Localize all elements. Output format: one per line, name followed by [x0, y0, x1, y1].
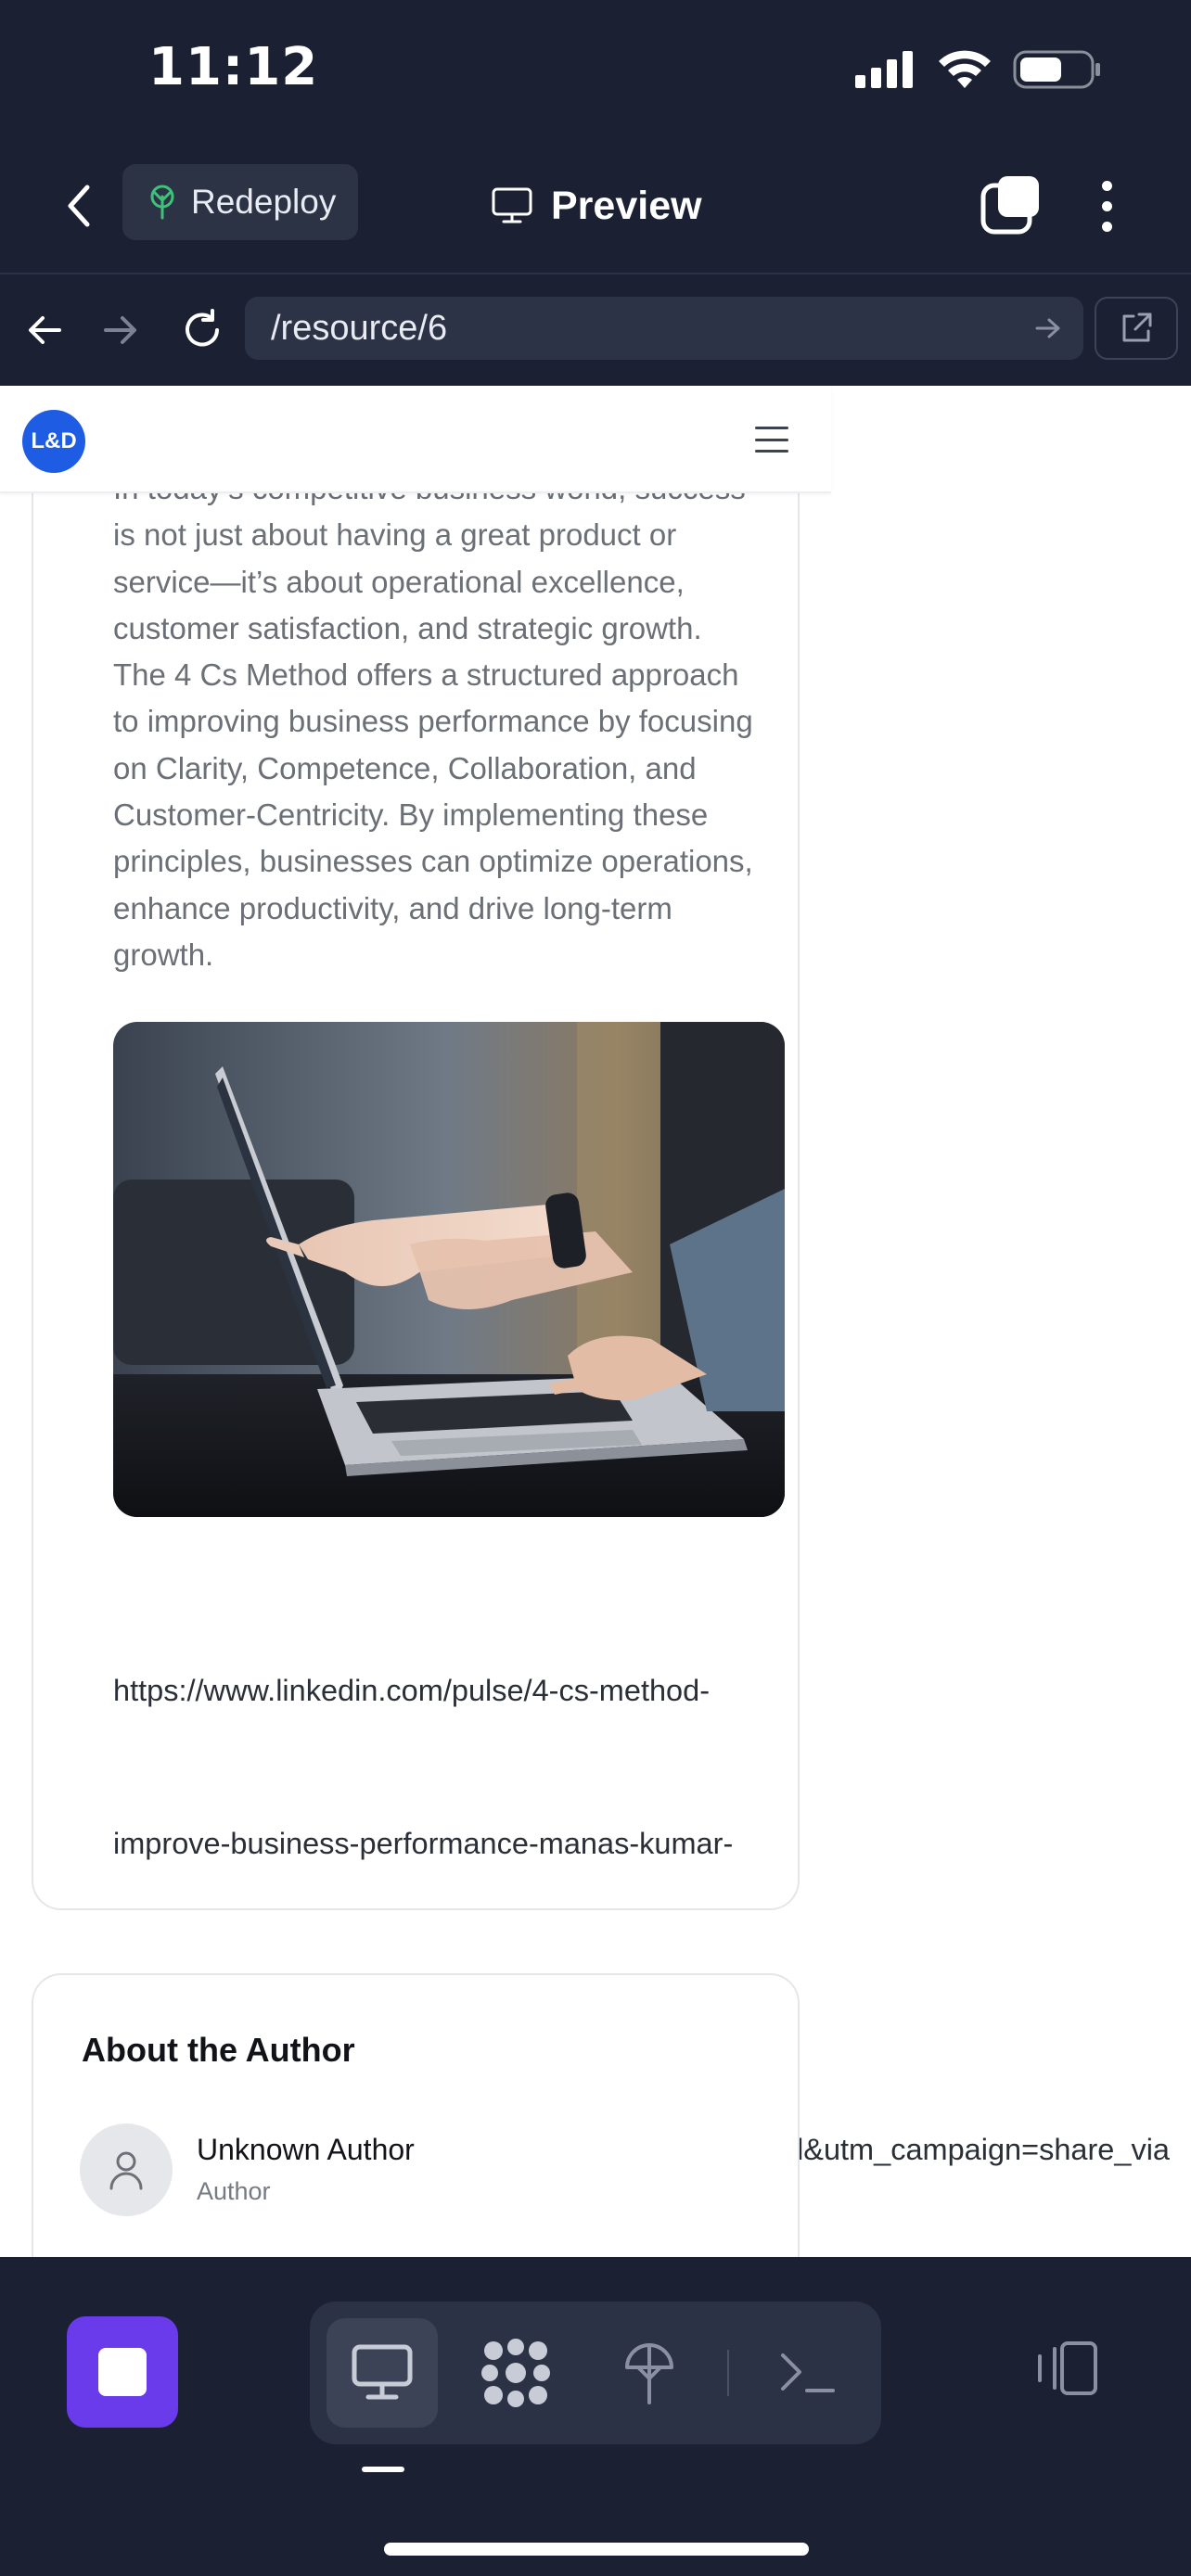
author-name: Unknown Author	[197, 2133, 415, 2166]
article-line: principles, businesses can optimize oper…	[113, 844, 753, 879]
laptop-photo	[113, 1022, 785, 1517]
monitor-icon	[492, 187, 532, 223]
hamburger-menu-icon[interactable]	[751, 423, 792, 456]
author-heading: About the Author	[82, 2031, 355, 2069]
more-dot	[1101, 200, 1112, 211]
wifi-icon	[939, 50, 991, 88]
link-line[interactable]: improve-business-performance-manas-kumar…	[113, 1818, 1191, 1869]
chevron-left-icon	[68, 185, 90, 227]
site-header: L&D	[0, 386, 831, 493]
menu-line	[755, 450, 788, 453]
more-dot	[1101, 221, 1112, 232]
stop-icon	[98, 2348, 147, 2396]
open-external-icon	[1122, 312, 1152, 342]
split-layout-icon	[1038, 2341, 1097, 2395]
active-tool-indicator	[362, 2467, 404, 2472]
browser-back-button[interactable]	[15, 300, 74, 360]
url-go-button[interactable]	[1026, 306, 1070, 351]
tabs-icon	[980, 176, 1039, 235]
article-image	[113, 1022, 785, 1517]
site-logo[interactable]: L&D	[22, 410, 85, 473]
status-bar: 11:12	[0, 0, 1191, 139]
user-icon	[109, 2151, 143, 2190]
home-indicator	[384, 2543, 809, 2556]
deploy-icon	[625, 2343, 673, 2404]
preview-title: Preview	[492, 174, 702, 237]
page-title: Preview	[551, 183, 702, 228]
stop-button[interactable]	[67, 2316, 178, 2428]
open-external-button[interactable]	[1095, 297, 1178, 360]
article-line: is not just about having a great product…	[113, 517, 677, 553]
tool-group	[310, 2302, 881, 2444]
modules-tool-button[interactable]	[460, 2318, 571, 2428]
reload-icon	[186, 309, 219, 347]
arrow-right-icon	[104, 316, 136, 344]
status-time: 11:12	[148, 37, 319, 97]
redeploy-button[interactable]: Redeploy	[122, 164, 358, 240]
url-input[interactable]: /resource/6	[245, 297, 1083, 360]
author-role: Author	[197, 2177, 271, 2205]
browser-bar: /resource/6	[0, 274, 1191, 386]
article-line: The 4 Cs Method offers a structured appr…	[113, 657, 739, 693]
more-options-button[interactable]	[1082, 172, 1132, 239]
menu-line	[755, 427, 788, 429]
article-card: In today’s competitive business world, s…	[32, 386, 1170, 2166]
reload-button[interactable]	[173, 300, 232, 360]
article-line: to improving business performance by foc…	[113, 704, 753, 739]
modules-icon	[481, 2339, 550, 2407]
arrow-right-icon	[1035, 318, 1060, 338]
terminal-icon	[781, 2353, 835, 2392]
more-vertical-icon	[1101, 180, 1112, 191]
article-line: on Clarity, Competence, Collaboration, a…	[113, 750, 697, 785]
author-card: About the Author Unknown Author Author	[32, 1973, 800, 2257]
back-button[interactable]	[48, 174, 111, 237]
battery-icon	[1013, 50, 1100, 89]
desktop-icon	[352, 2344, 413, 2400]
deploy-tree-icon	[150, 185, 174, 220]
status-icons	[855, 48, 1102, 91]
menu-line	[755, 438, 788, 441]
url-text: /resource/6	[271, 308, 448, 348]
cellular-signal-icon	[855, 51, 913, 88]
bottom-toolbar	[0, 2257, 1191, 2576]
article-line: enhance productivity, and drive long-ter…	[113, 890, 672, 925]
link-line[interactable]: https://www.linkedin.com/pulse/4-cs-meth…	[113, 1665, 1191, 1716]
article-line: Customer-Centricity. By implementing the…	[113, 797, 709, 833]
terminal-tool-button[interactable]	[751, 2318, 863, 2428]
desktop-tool-button[interactable]	[327, 2318, 438, 2428]
tool-separator	[727, 2350, 729, 2396]
article-line: growth.	[113, 937, 214, 972]
layout-toggle-button[interactable]	[1031, 2333, 1102, 2404]
article-line: customer satisfaction, and strategic gro…	[113, 610, 702, 645]
redeploy-label: Redeploy	[191, 183, 337, 221]
avatar	[80, 2123, 173, 2216]
arrow-left-icon	[29, 316, 61, 344]
app-bar: Redeploy Preview	[0, 139, 1191, 274]
tabs-button[interactable]	[978, 172, 1044, 239]
article-body: In today’s competitive business world, s…	[113, 465, 800, 978]
article-line: service—it’s about operational excellenc…	[113, 564, 685, 599]
browser-forward-button[interactable]	[91, 300, 150, 360]
deploy-tool-button[interactable]	[594, 2318, 705, 2428]
web-preview[interactable]: In today’s competitive business world, s…	[0, 386, 1191, 2257]
